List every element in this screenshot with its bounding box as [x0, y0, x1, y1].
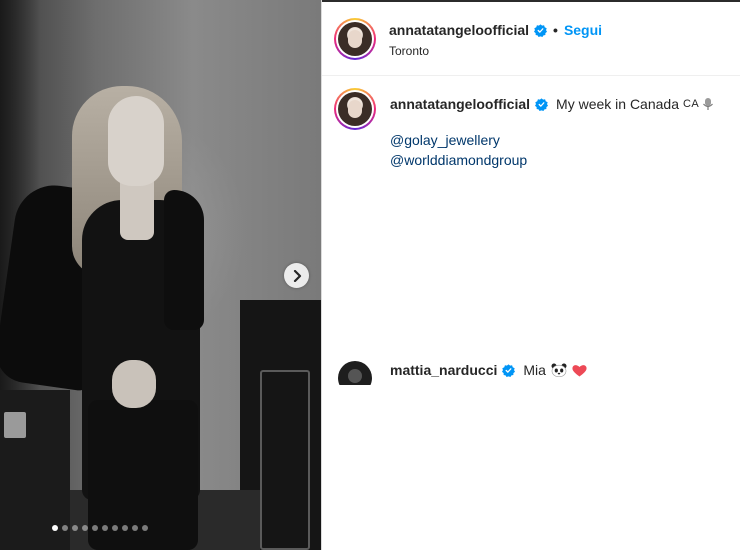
author-username[interactable]: annatatangeloofficial [389, 22, 529, 38]
carousel-dot [122, 525, 128, 531]
carousel-indicator [52, 525, 148, 531]
carousel-dot [112, 525, 118, 531]
comment-row: mattia_narducci Mia [322, 355, 740, 385]
photo-face [108, 96, 164, 186]
avatar-photo [338, 92, 372, 126]
commenter-username[interactable]: mattia_narducci [390, 362, 497, 378]
panda-icon [551, 363, 567, 377]
post-photo[interactable] [0, 0, 321, 550]
next-slide-button[interactable] [284, 263, 309, 288]
follow-button[interactable]: Segui [564, 22, 602, 38]
post-header: annatatangeloofficial • Segui Toronto [322, 2, 740, 76]
photo-jacket-right [164, 190, 204, 330]
pane-divider [321, 0, 322, 550]
location-link[interactable]: Toronto [389, 44, 429, 58]
microphone-icon [702, 97, 714, 111]
chevron-right-icon [293, 269, 301, 282]
author-line: annatatangeloofficial • Segui [389, 22, 602, 38]
canada-flag-icon: CA [682, 98, 700, 110]
carousel-dot [52, 525, 58, 531]
photo-hands [112, 360, 156, 408]
avatar-photo [338, 22, 372, 56]
carousel-dot [132, 525, 138, 531]
mention-link[interactable]: @worlddiamondgroup [390, 152, 527, 168]
carousel-dot [92, 525, 98, 531]
carousel-dot [142, 525, 148, 531]
carousel-dot [62, 525, 68, 531]
separator-dot: • [553, 22, 558, 38]
carousel-dot [82, 525, 88, 531]
author-avatar[interactable] [334, 18, 376, 60]
carousel-dot [72, 525, 78, 531]
mention-link[interactable]: @golay_jewellery [390, 132, 500, 148]
caption-text: My week in Canada [556, 96, 679, 112]
carousel-dot [102, 525, 108, 531]
red-heart-icon [572, 364, 587, 377]
verified-badge-icon [502, 363, 516, 377]
comment-line: mattia_narducci Mia [390, 362, 587, 378]
caption-author-avatar[interactable] [334, 88, 376, 130]
caption-line: annatatangeloofficial My week in Canada … [390, 94, 730, 114]
verified-badge-icon [535, 97, 549, 111]
verified-badge-icon [534, 23, 548, 37]
commenter-avatar[interactable] [338, 361, 372, 385]
comment-text: Mia [523, 362, 546, 378]
caption-username[interactable]: annatatangeloofficial [390, 94, 530, 114]
